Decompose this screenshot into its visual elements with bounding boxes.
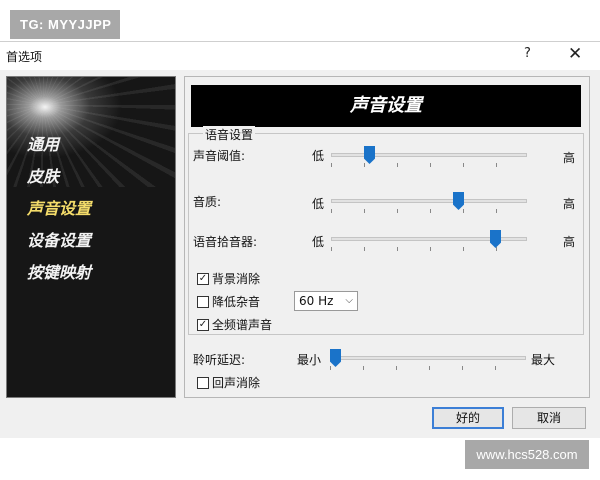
checkbox-label: 降低杂音	[212, 295, 261, 309]
window-title: 首选项	[6, 50, 43, 64]
pickup-max-label: 高	[563, 235, 576, 249]
close-icon[interactable]: ✕	[568, 44, 582, 64]
section-banner: 声音设置	[191, 85, 581, 127]
slider-thumb[interactable]	[364, 146, 375, 164]
quality-label: 音质:	[193, 195, 222, 209]
echo-cancel-checkbox[interactable]: 回声消除	[197, 374, 260, 391]
slider-ticks	[331, 163, 527, 167]
slider-ticks	[331, 209, 527, 213]
cancel-button[interactable]: 取消	[512, 407, 586, 429]
settings-panel: 声音设置 语音设置 声音阈值: 低 高 音质: 低 高 语音拾音器: 低 高 ✓…	[184, 76, 590, 398]
group-title: 语音设置	[203, 126, 256, 143]
latency-min-label: 最小	[297, 353, 322, 367]
threshold-min-label: 低	[312, 149, 325, 163]
nav-item-key-mapping[interactable]: 按键映射	[27, 259, 91, 283]
slider-track	[331, 199, 527, 203]
threshold-label: 声音阈值:	[193, 149, 246, 163]
slider-ticks	[330, 366, 526, 370]
checkbox-label: 背景消除	[212, 272, 261, 286]
preferences-dialog: 首选项 ? ✕ 通用 皮肤 声音设置 设备设置 按键映射 声音设置 语音设置 声…	[0, 41, 600, 438]
quality-max-label: 高	[563, 197, 576, 211]
checkbox-label: 全频谱声音	[212, 318, 273, 332]
title-bar: 首选项 ? ✕	[0, 42, 600, 70]
checkbox-box: ✓	[197, 272, 209, 285]
slider-thumb[interactable]	[453, 192, 464, 210]
help-button[interactable]: ?	[524, 46, 531, 61]
checkbox-box	[197, 295, 209, 308]
pickup-min-label: 低	[312, 235, 325, 249]
latency-max-label: 最大	[531, 353, 556, 367]
nav-panel: 通用 皮肤 声音设置 设备设置 按键映射	[6, 76, 176, 398]
checkbox-label: 回声消除	[212, 376, 261, 390]
nav-item-device-settings[interactable]: 设备设置	[27, 227, 91, 251]
latency-label: 聆听延迟:	[193, 353, 246, 367]
quality-min-label: 低	[312, 197, 325, 211]
select-value: 60 Hz	[299, 294, 334, 308]
full-spectrum-checkbox[interactable]: ✓ 全频谱声音	[197, 316, 272, 333]
ok-button[interactable]: 好的	[432, 407, 504, 429]
noise-frequency-select[interactable]: 60 Hz ⌵	[294, 291, 358, 311]
background-removal-checkbox[interactable]: ✓ 背景消除	[197, 270, 260, 287]
nav-item-general[interactable]: 通用	[27, 131, 59, 155]
slider-ticks	[331, 247, 527, 251]
slider-track	[330, 356, 526, 360]
pickup-slider[interactable]	[331, 230, 527, 251]
latency-slider[interactable]	[330, 349, 526, 370]
nav-item-skin[interactable]: 皮肤	[27, 163, 59, 187]
watermark-top: TG: MYYJJPP	[10, 10, 120, 39]
threshold-slider[interactable]	[331, 146, 527, 167]
pickup-label: 语音拾音器:	[193, 235, 258, 249]
threshold-max-label: 高	[563, 151, 576, 165]
slider-thumb[interactable]	[330, 349, 341, 367]
nav-item-sound-settings[interactable]: 声音设置	[27, 195, 91, 219]
slider-track	[331, 153, 527, 157]
quality-slider[interactable]	[331, 192, 527, 213]
chevron-down-icon: ⌵	[345, 295, 353, 306]
checkbox-box: ✓	[197, 318, 209, 331]
checkbox-box	[197, 376, 209, 389]
noise-reduction-checkbox[interactable]: 降低杂音	[197, 293, 260, 310]
slider-thumb[interactable]	[490, 230, 501, 248]
watermark-bottom: www.hcs528.com	[465, 440, 589, 469]
